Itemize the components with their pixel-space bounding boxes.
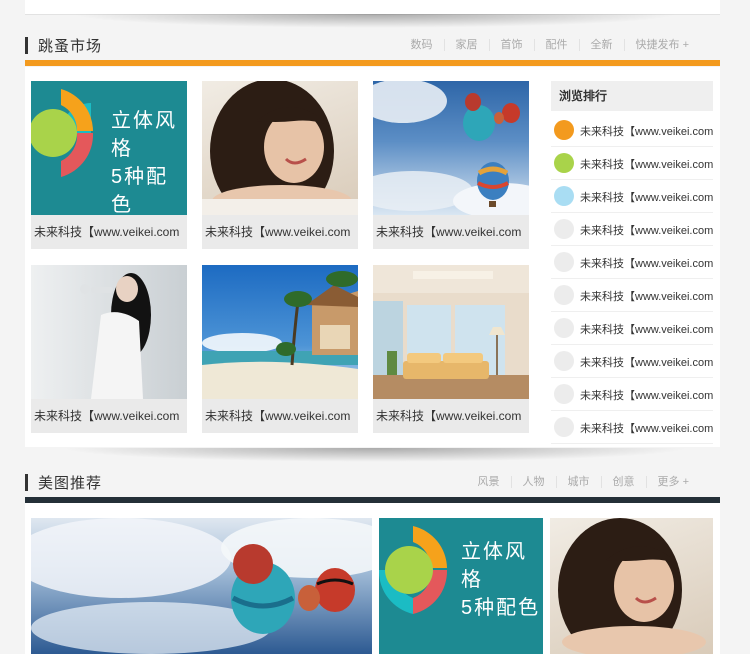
ranking-item-label: 未来科技【www.veikei.com [580,225,714,237]
cover-line-1: 立体风格 [461,541,527,591]
beach-image [202,271,358,399]
tile-image: 立体风格 5种配色 [379,518,543,654]
section-nav: 风景 人物 城市 创意 更多 + [467,476,700,488]
portrait-image [202,81,358,215]
cover-art-text: 立体风格 5种配色 [111,107,187,215]
balloons-image [373,81,529,215]
section-title: 美图推荐 [38,475,103,492]
gallery-tile[interactable] [550,518,713,654]
ranking-item-label: 未来科技【www.veikei.com [580,192,714,204]
gallery-tile[interactable]: 立体风格 5种配色 [379,518,543,654]
cover-line-2: 5种配色 [461,597,541,619]
nav-link[interactable]: 家居 [443,39,489,51]
ranking-item-label: 未来科技【www.veikei.com [580,258,714,270]
ranking-item[interactable]: 未来科技【www.veikei.com [551,180,713,213]
ranking-item[interactable]: 未来科技【www.veikei.com [551,213,713,246]
model-image [80,273,151,399]
cover-line-2: 5种配色 [111,166,169,215]
card-shadow [70,14,680,28]
quick-publish-link[interactable]: 快捷发布 + [623,39,700,51]
nav-link[interactable]: 全新 [578,39,624,51]
balloons-image [31,518,372,654]
ranking-item-label: 未来科技【www.veikei.com [580,390,714,402]
nav-link[interactable]: 数码 [400,39,444,51]
tile-image [202,265,358,399]
section-accent-line [25,60,720,66]
ranking-item-label: 未来科技【www.veikei.com [580,159,714,171]
tile-image [373,81,529,215]
nav-link[interactable]: 创意 [600,476,646,488]
cover-line-1: 立体风格 [111,110,177,160]
portrait-image [558,518,706,654]
tile-caption: 未来科技【www.veikei.com [31,399,187,433]
nav-link[interactable]: 配件 [533,39,579,51]
top-card [25,0,720,15]
section-header-gallery: 美图推荐 风景 人物 城市 创意 更多 + [25,471,720,497]
section-header-market: 跳蚤市场 数码 家居 首饰 配件 全新 快捷发布 + [25,34,720,60]
nav-link[interactable]: 首饰 [488,39,534,51]
tile-image: 立体风格 5种配色 [31,81,187,215]
ranking-item-label: 未来科技【www.veikei.com [580,126,714,138]
more-link[interactable]: 更多 + [645,476,700,488]
ranking-list: 未来科技【www.veikei.com 未来科技【www.veikei.com 未来… [551,111,713,444]
ranking-item[interactable]: 未来科技【www.veikei.com [551,279,713,312]
rank-badge-icon [554,417,574,437]
ranking-item[interactable]: 未来科技【www.veikei.com [551,378,713,411]
section-marker [25,474,28,491]
nav-link[interactable]: 城市 [555,476,601,488]
ranking-item-label: 未来科技【www.veikei.com [580,324,714,336]
living-room-image [373,265,529,399]
ranking-item-label: 未来科技【www.veikei.com [580,291,714,303]
nav-link[interactable]: 风景 [467,476,511,488]
tile-caption: 未来科技【www.veikei.com [202,215,358,249]
ranking-item[interactable]: 未来科技【www.veikei.com [551,345,713,378]
ranking-item[interactable]: 未来科技【www.veikei.com [551,312,713,345]
grid-tile[interactable]: 未来科技【www.veikei.com [202,265,358,433]
ranking-item[interactable]: 未来科技【www.veikei.com [551,411,713,444]
grid-tile[interactable]: 未来科技【www.veikei.com [202,81,358,249]
rank-badge-icon [554,252,574,272]
section-marker [25,37,28,54]
rank-badge-icon [554,153,574,173]
ranking-title: 浏览排行 [551,81,713,111]
ranking-item-label: 未来科技【www.veikei.com [580,423,714,435]
tile-image [550,518,713,654]
grid-tile[interactable]: 未来科技【www.veikei.com [31,265,187,433]
ranking-item[interactable]: 未来科技【www.veikei.com [551,147,713,180]
rank-badge-icon [554,285,574,305]
rank-badge-icon [554,120,574,140]
rank-badge-icon [554,318,574,338]
ranking-item[interactable]: 未来科技【www.veikei.com [551,114,713,147]
ranking-item[interactable]: 未来科技【www.veikei.com [551,246,713,279]
grid-tile[interactable]: 未来科技【www.veikei.com [373,81,529,249]
section-nav: 数码 家居 首饰 配件 全新 快捷发布 + [400,39,700,51]
tile-image [373,265,529,399]
rank-badge-icon [554,384,574,404]
tile-image [31,265,187,399]
tile-caption: 未来科技【www.veikei.com [31,215,187,249]
rank-badge-icon [554,351,574,371]
grid-tile[interactable]: 立体风格 5种配色 未来科技【www.veikei.com [31,81,187,249]
grid-tile[interactable]: 未来科技【www.veikei.com [373,265,529,433]
section-title: 跳蚤市场 [38,38,103,55]
tile-caption: 未来科技【www.veikei.com [373,399,529,433]
tile-caption: 未来科技【www.veikei.com [202,399,358,433]
gallery-tile-large[interactable] [31,518,372,654]
ranking-panel: 浏览排行 未来科技【www.veikei.com 未来科技【www.veikei.… [551,81,713,444]
cover-art-text: 立体风格 5种配色 [461,538,543,622]
nav-link[interactable]: 人物 [510,476,556,488]
rank-badge-icon [554,219,574,239]
tile-caption: 未来科技【www.veikei.com [373,215,529,249]
tile-image [202,81,358,215]
panel-shadow [60,448,690,462]
ranking-item-label: 未来科技【www.veikei.com [580,357,714,369]
tile-image [31,518,372,654]
rank-badge-icon [554,186,574,206]
